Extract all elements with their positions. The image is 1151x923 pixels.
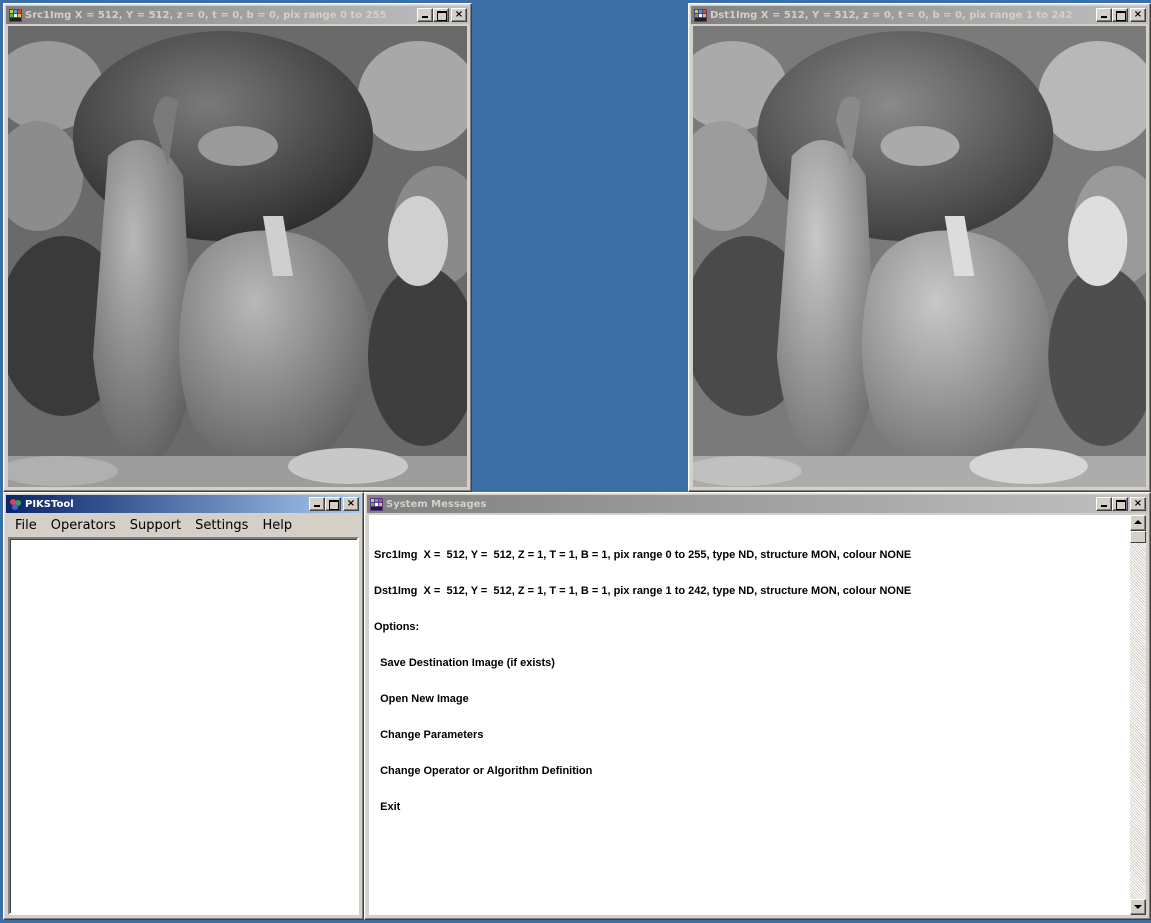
- message-line: Options:: [374, 621, 420, 633]
- src-window-titlebar[interactable]: Src1Img X = 512, Y = 512, z = 0, t = 0, …: [6, 6, 469, 24]
- scroll-down-button[interactable]: [1130, 899, 1146, 915]
- menu-operators[interactable]: Operators: [44, 518, 123, 533]
- peppers-noisy-image: [8, 26, 467, 487]
- close-button[interactable]: ×: [451, 8, 467, 22]
- message-line: Dst1Img X = 512, Y = 512, Z = 1, T = 1, …: [374, 585, 912, 597]
- close-button[interactable]: ×: [343, 497, 359, 511]
- pikstool-title: PIKSTool: [25, 498, 74, 510]
- message-line: Src1Img X = 512, Y = 512, Z = 1, T = 1, …: [374, 549, 912, 561]
- image-window-icon: [694, 8, 707, 22]
- pikstool-app-icon: [10, 498, 21, 510]
- pikstool-client-area[interactable]: [8, 537, 359, 915]
- minimize-button[interactable]: [309, 497, 325, 511]
- messages-title: System Messages: [386, 498, 487, 510]
- dst-image-window[interactable]: Dst1Img X = 512, Y = 512, z = 0, t = 0, …: [688, 3, 1151, 492]
- messages-scrollbar[interactable]: [1130, 515, 1146, 915]
- src-window-title: Src1Img X = 512, Y = 512, z = 0, t = 0, …: [25, 9, 387, 21]
- src-image-canvas[interactable]: [8, 26, 467, 487]
- scroll-thumb[interactable]: [1130, 531, 1146, 543]
- close-button[interactable]: ×: [1130, 8, 1146, 22]
- minimize-button[interactable]: [1096, 8, 1112, 22]
- dst-window-titlebar[interactable]: Dst1Img X = 512, Y = 512, z = 0, t = 0, …: [691, 6, 1148, 24]
- maximize-button[interactable]: [1112, 497, 1128, 511]
- system-messages-window[interactable]: System Messages × Src1Img X = 512, Y = 5…: [364, 492, 1151, 920]
- option-change-operator: Change Operator or Algorithm Definition: [374, 765, 593, 777]
- messages-window-icon: [370, 497, 383, 511]
- maximize-button[interactable]: [1112, 8, 1128, 22]
- dst-window-title: Dst1Img X = 512, Y = 512, z = 0, t = 0, …: [710, 9, 1073, 21]
- scroll-up-button[interactable]: [1130, 515, 1146, 531]
- option-save-destination: Save Destination Image (if exists): [374, 657, 555, 669]
- pikstool-menubar: File Operators Support Settings Help: [8, 515, 359, 535]
- option-change-parameters: Change Parameters: [374, 729, 484, 741]
- peppers-filtered-image: [693, 26, 1146, 487]
- pikstool-window[interactable]: PIKSTool × File Operators Support Settin…: [3, 492, 364, 920]
- close-button[interactable]: ×: [1130, 497, 1146, 511]
- image-window-icon: [9, 8, 22, 22]
- minimize-button[interactable]: [417, 8, 433, 22]
- minimize-button[interactable]: [1096, 497, 1112, 511]
- option-open-new-image: Open New Image: [374, 693, 469, 705]
- menu-support[interactable]: Support: [123, 518, 188, 533]
- maximize-button[interactable]: [433, 8, 449, 22]
- messages-client-area[interactable]: Src1Img X = 512, Y = 512, Z = 1, T = 1, …: [369, 515, 1146, 915]
- option-exit: Exit: [374, 801, 401, 813]
- pikstool-titlebar[interactable]: PIKSTool ×: [6, 495, 361, 513]
- maximize-button[interactable]: [325, 497, 341, 511]
- menu-file[interactable]: File: [8, 518, 44, 533]
- messages-titlebar[interactable]: System Messages ×: [367, 495, 1148, 513]
- messages-text: Src1Img X = 512, Y = 512, Z = 1, T = 1, …: [374, 525, 911, 837]
- menu-help[interactable]: Help: [255, 518, 299, 533]
- src-image-window[interactable]: Src1Img X = 512, Y = 512, z = 0, t = 0, …: [3, 3, 472, 492]
- menu-settings[interactable]: Settings: [188, 518, 255, 533]
- dst-image-canvas[interactable]: [693, 26, 1146, 487]
